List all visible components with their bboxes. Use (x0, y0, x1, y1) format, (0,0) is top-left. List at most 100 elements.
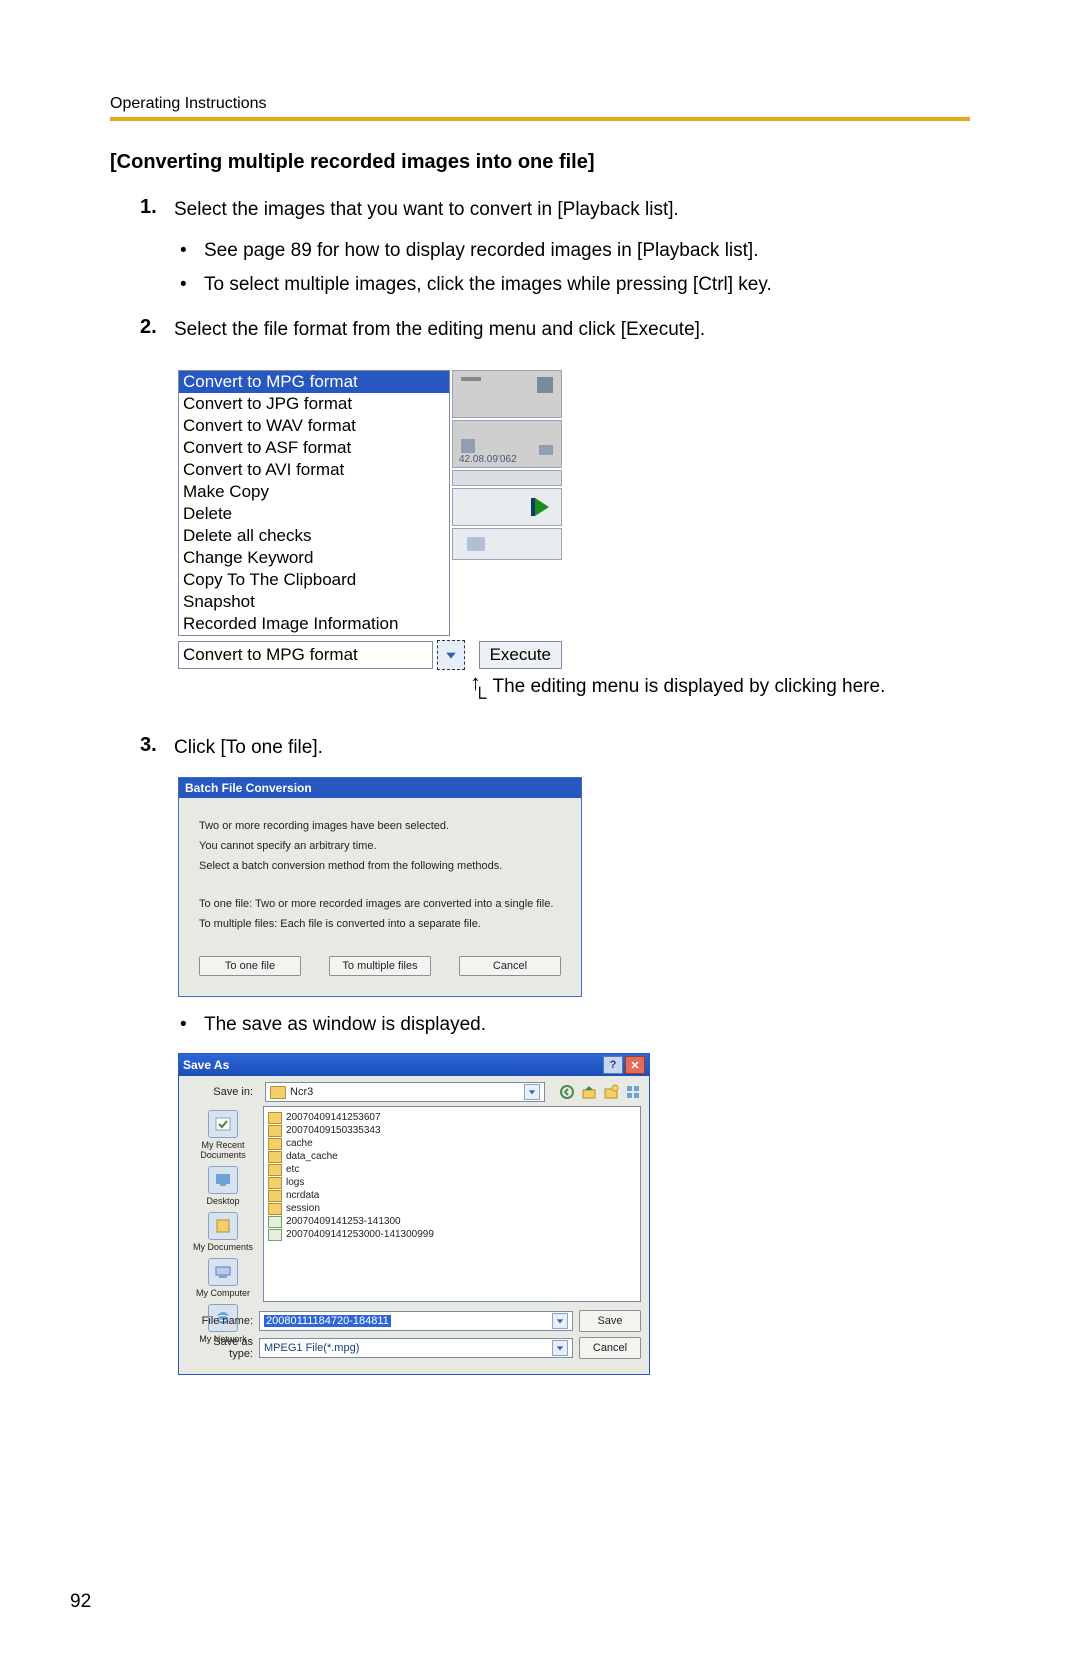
dd-item-asf[interactable]: Convert to ASF format (179, 437, 449, 459)
dd-item-delall[interactable]: Delete all checks (179, 525, 449, 547)
list-item[interactable]: 20070409141253000-141300999 (268, 1228, 636, 1241)
filename-label: File name: (187, 1315, 253, 1327)
step-body-3: Click [To one file]. (174, 734, 323, 763)
bullet-dot: • (180, 1011, 204, 1040)
save-button[interactable]: Save (579, 1310, 641, 1332)
batch-line-2: You cannot specify an arbitrary time. (199, 840, 561, 852)
chevron-down-icon[interactable] (552, 1340, 568, 1356)
view-menu-icon[interactable] (625, 1084, 641, 1100)
dd-item-copy[interactable]: Make Copy (179, 481, 449, 503)
close-icon[interactable]: ✕ (625, 1056, 645, 1074)
type-input[interactable]: MPEG1 File(*.mpg) (259, 1338, 573, 1358)
format-dropdown-list[interactable]: Convert to MPG format Convert to JPG for… (178, 370, 450, 636)
file-list-pane[interactable]: 20070409141253607 20070409150335343 cach… (263, 1106, 641, 1302)
dd-item-wav[interactable]: Convert to WAV format (179, 415, 449, 437)
folder-icon (268, 1177, 282, 1189)
batch-line-1: Two or more recording images have been s… (199, 820, 561, 832)
folder-icon (268, 1125, 282, 1137)
dd-item-clipboard[interactable]: Copy To The Clipboard (179, 569, 449, 591)
editing-menu-screenshot: Convert to MPG format Convert to JPG for… (178, 370, 562, 670)
list-item[interactable]: etc (268, 1163, 636, 1176)
play-icon (535, 498, 549, 516)
saveas-cancel-button[interactable]: Cancel (579, 1337, 641, 1359)
folder-icon (268, 1190, 282, 1202)
folder-icon (268, 1112, 282, 1124)
editing-menu-caption: ↑ └ The editing menu is displayed by cli… (470, 676, 970, 710)
thumb-timestamp: 42.08.09'062 (459, 454, 517, 465)
file-icon (268, 1216, 282, 1228)
bullet-dot: • (180, 237, 204, 266)
save-as-dialog: Save As ? ✕ Save in: Ncr3 (178, 1053, 650, 1375)
to-multiple-files-button[interactable]: To multiple files (329, 956, 431, 976)
type-value: MPEG1 File(*.mpg) (264, 1342, 359, 1354)
step-num-1: 1. (140, 196, 174, 219)
list-item[interactable]: logs (268, 1176, 636, 1189)
step-3: 3. Click [To one file]. (140, 734, 970, 763)
folder-icon (268, 1203, 282, 1215)
batch-conversion-dialog: Batch File Conversion Two or more record… (178, 777, 582, 997)
list-item[interactable]: cache (268, 1137, 636, 1150)
step-body-1: Select the images that you want to conve… (174, 196, 679, 225)
dd-item-keyword[interactable]: Change Keyword (179, 547, 449, 569)
place-recent[interactable]: My Recent Documents (187, 1110, 259, 1160)
step-num-2: 2. (140, 316, 174, 339)
dd-item-avi[interactable]: Convert to AVI format (179, 459, 449, 481)
filename-input[interactable]: 20080111184720-184811 (259, 1311, 573, 1331)
savein-combo[interactable]: Ncr3 (265, 1082, 545, 1102)
execute-button[interactable]: Execute (479, 641, 562, 669)
to-one-file-button[interactable]: To one file (199, 956, 301, 976)
progress-bar (452, 470, 562, 486)
type-label: Save as type: (187, 1336, 253, 1360)
dd-item-info[interactable]: Recorded Image Information (179, 613, 449, 635)
dd-item-jpg[interactable]: Convert to JPG format (179, 393, 449, 415)
folder-icon (268, 1138, 282, 1150)
batch-dialog-title: Batch File Conversion (179, 778, 581, 798)
step1-bullet-1: • See page 89 for how to display recorde… (180, 237, 970, 266)
play-button[interactable] (452, 488, 562, 526)
help-icon[interactable]: ? (603, 1056, 623, 1074)
section-title: [Converting multiple recorded images int… (110, 151, 970, 174)
step1-bullet-2: • To select multiple images, click the i… (180, 271, 970, 300)
up-folder-icon[interactable] (581, 1084, 597, 1100)
place-desktop[interactable]: Desktop (206, 1166, 239, 1206)
list-item[interactable]: 20070409150335343 (268, 1124, 636, 1137)
list-item[interactable]: 20070409141253-141300 (268, 1215, 636, 1228)
preview-thumb-1 (452, 370, 562, 418)
list-item[interactable]: ncrdata (268, 1189, 636, 1202)
dropdown-arrow-icon[interactable] (437, 640, 465, 670)
dd-item-snapshot[interactable]: Snapshot (179, 591, 449, 613)
step-body-2: Select the file format from the editing … (174, 316, 705, 345)
savein-label: Save in: (187, 1086, 257, 1098)
saveas-title-text: Save As (183, 1058, 229, 1072)
chevron-down-icon[interactable] (524, 1084, 540, 1100)
place-computer[interactable]: My Computer (196, 1258, 250, 1298)
bullet-dot: • (180, 271, 204, 300)
preview-small (452, 528, 562, 560)
folder-icon (270, 1086, 286, 1099)
header-rule (110, 117, 970, 121)
bullet-text: The save as window is displayed. (204, 1011, 486, 1040)
new-folder-icon[interactable] (603, 1084, 619, 1100)
dd-item-delete[interactable]: Delete (179, 503, 449, 525)
batch-line-3: Select a batch conversion method from th… (199, 860, 561, 872)
batch-cancel-button[interactable]: Cancel (459, 956, 561, 976)
place-documents[interactable]: My Documents (193, 1212, 253, 1252)
folder-icon (268, 1151, 282, 1163)
folder-icon (268, 1164, 282, 1176)
list-item[interactable]: data_cache (268, 1150, 636, 1163)
running-header: Operating Instructions (110, 95, 970, 113)
back-icon[interactable] (559, 1084, 575, 1100)
caption-text: The editing menu is displayed by clickin… (492, 676, 885, 698)
preview-thumb-2: 42.08.09'062 (452, 420, 562, 468)
file-icon (268, 1229, 282, 1241)
chevron-down-icon[interactable] (552, 1313, 568, 1329)
step-num-3: 3. (140, 734, 174, 757)
list-item[interactable]: 20070409141253607 (268, 1111, 636, 1124)
savein-value: Ncr3 (290, 1086, 313, 1098)
filename-value: 20080111184720-184811 (264, 1315, 391, 1327)
post-batch-bullet: • The save as window is displayed. (180, 1011, 970, 1040)
selected-format-field[interactable]: Convert to MPG format (178, 641, 433, 669)
dd-item-mpg[interactable]: Convert to MPG format (179, 371, 449, 393)
batch-line-4: To one file: Two or more recorded images… (199, 898, 561, 910)
list-item[interactable]: session (268, 1202, 636, 1215)
